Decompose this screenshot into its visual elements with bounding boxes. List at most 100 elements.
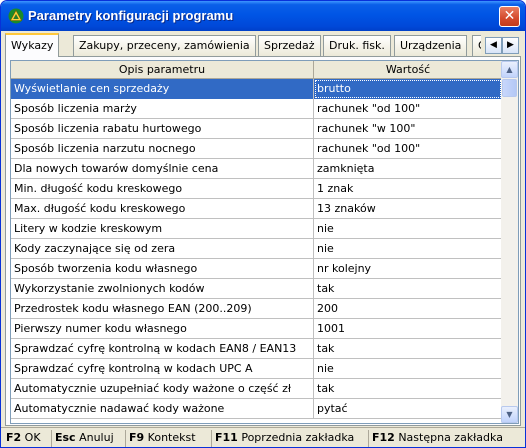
title-bar[interactable]: Parametry konfiguracji programu ✕ bbox=[1, 1, 525, 31]
parameter-description-cell[interactable]: Dla nowych towarów domyślnie cena bbox=[11, 159, 314, 179]
tab-label: O bbox=[478, 39, 481, 52]
parameter-value-cell[interactable]: rachunek "w 100" bbox=[314, 119, 502, 139]
table-row[interactable]: Min. długość kodu kreskowego 1 znak bbox=[11, 179, 502, 199]
parameter-value-cell[interactable]: pytać bbox=[314, 399, 502, 419]
parameter-description-cell[interactable]: Wyświetlanie cen sprzedaży bbox=[11, 79, 314, 99]
arrow-up-icon: ▲ bbox=[506, 65, 513, 74]
tab-strip: Wykazy Zakupy, przeceny, zamówienia Sprz… bbox=[5, 33, 521, 57]
tab-scroll-left-button[interactable]: ◀ bbox=[485, 37, 502, 54]
table-row[interactable]: Max. długość kodu kreskowego 13 znaków bbox=[11, 199, 502, 219]
table-row[interactable]: Sprawdzać cyfrę kontrolną w kodach EAN8 … bbox=[11, 339, 502, 359]
chevron-left-icon: ◀ bbox=[490, 40, 497, 50]
table-row[interactable]: Wyświetlanie cen sprzedaży brutto bbox=[11, 79, 502, 99]
parameter-description-cell[interactable]: Sprawdzać cyfrę kontrolną w kodach EAN8 … bbox=[11, 339, 314, 359]
parameter-value-cell[interactable]: 200 bbox=[314, 299, 502, 319]
shortcut-key: F11 bbox=[215, 431, 238, 444]
tab-druk-fisk[interactable]: Druk. fisk. bbox=[323, 35, 391, 56]
chevron-right-icon: ▶ bbox=[507, 40, 514, 50]
tab-label: Urządzenia bbox=[400, 39, 462, 52]
column-header-value[interactable]: Wartość bbox=[314, 61, 502, 79]
table-row[interactable]: Wykorzystanie zwolnionych kodów tak bbox=[11, 279, 502, 299]
parameter-description-cell[interactable]: Przedrostek kodu własnego EAN (200..209) bbox=[11, 299, 314, 319]
shortcut-key: Esc bbox=[55, 431, 76, 444]
tab-clip: Wykazy Zakupy, przeceny, zamówienia Sprz… bbox=[5, 33, 481, 57]
tab-wykazy[interactable]: Wykazy bbox=[5, 33, 60, 57]
tab-label: Wykazy bbox=[11, 39, 54, 52]
shortcut-key: F2 bbox=[6, 431, 22, 444]
parameter-value-cell[interactable]: tak bbox=[314, 279, 502, 299]
parameter-description-cell[interactable]: Kody zaczynające się od zera bbox=[11, 239, 314, 259]
table-row[interactable]: Sprawdzać cyfrę kontrolną w kodach UPC A… bbox=[11, 359, 502, 379]
parameter-value-cell[interactable]: 13 znaków bbox=[314, 199, 502, 219]
table-row[interactable]: Automatycznie nadawać kody ważone pytać bbox=[11, 399, 502, 419]
shortcut-label: Następna zakładka bbox=[398, 431, 503, 444]
table-row[interactable]: Pierwszy numer kodu własnego 1001 bbox=[11, 319, 502, 339]
tab-scroll-right-button[interactable]: ▶ bbox=[502, 37, 519, 54]
table-row[interactable]: Litery w kodzie kreskowym nie bbox=[11, 219, 502, 239]
tab-overflow[interactable]: O bbox=[472, 35, 481, 56]
column-header-description[interactable]: Opis parametru bbox=[11, 61, 314, 79]
f2-ok-button[interactable]: F2 OK bbox=[3, 430, 52, 447]
parameter-description-cell[interactable]: Automatycznie uzupełniać kody ważone o c… bbox=[11, 379, 314, 399]
shortcut-label: Poprzednia zakładka bbox=[241, 431, 355, 444]
parameter-value-cell[interactable]: 1 znak bbox=[314, 179, 502, 199]
parameter-description-cell[interactable]: Sposób liczenia rabatu hurtowego bbox=[11, 119, 314, 139]
close-icon: ✕ bbox=[503, 8, 516, 24]
parameter-value-cell[interactable]: brutto bbox=[314, 79, 502, 99]
parameter-description-cell[interactable]: Automatycznie nadawać kody ważone bbox=[11, 399, 314, 419]
scroll-down-button[interactable]: ▼ bbox=[501, 406, 518, 423]
parameter-description-cell[interactable]: Sposób liczenia marży bbox=[11, 99, 314, 119]
window-title: Parametry konfiguracji programu bbox=[28, 8, 234, 23]
parameter-value-cell[interactable]: tak bbox=[314, 379, 502, 399]
table-row[interactable]: Kody zaczynające się od zera nie bbox=[11, 239, 502, 259]
table-row[interactable]: Sposób liczenia marży rachunek "od 100" bbox=[11, 99, 502, 119]
arrow-down-icon: ▼ bbox=[506, 410, 513, 419]
tab-label: Sprzedaż bbox=[264, 39, 315, 52]
parameter-value-cell[interactable]: tak bbox=[314, 339, 502, 359]
parameter-value-cell[interactable]: rachunek "od 100" bbox=[314, 139, 502, 159]
esc-cancel-button[interactable]: Esc Anuluj bbox=[52, 430, 126, 447]
table-row[interactable]: Przedrostek kodu własnego EAN (200..209)… bbox=[11, 299, 502, 319]
tab-label: Druk. fisk. bbox=[329, 39, 385, 52]
table-row[interactable]: Sposób liczenia rabatu hurtowego rachunek… bbox=[11, 119, 502, 139]
scroll-up-button[interactable]: ▲ bbox=[501, 61, 518, 78]
shortcut-label: Anuluj bbox=[79, 431, 114, 444]
parameter-value-cell[interactable]: nie bbox=[314, 239, 502, 259]
config-window: Parametry konfiguracji programu ✕ Wykazy… bbox=[0, 0, 526, 448]
parameter-value-cell[interactable]: zamknięta bbox=[314, 159, 502, 179]
f12-next-tab-button[interactable]: F12 Następna zakładka bbox=[369, 430, 525, 447]
parameter-value-cell[interactable]: rachunek "od 100" bbox=[314, 99, 502, 119]
parameter-value-cell[interactable]: nie bbox=[314, 359, 502, 379]
parameter-description-cell[interactable]: Sposób liczenia narzutu nocnego bbox=[11, 139, 314, 159]
scroll-thumb[interactable] bbox=[502, 79, 517, 97]
grid-header: Opis parametru Wartość bbox=[11, 61, 502, 79]
table-row[interactable]: Automatycznie uzupełniać kody ważone o c… bbox=[11, 379, 502, 399]
f9-context-button[interactable]: F9 Kontekst bbox=[126, 430, 212, 447]
parameter-description-cell[interactable]: Sposób tworzenia kodu własnego bbox=[11, 259, 314, 279]
tab-sprzedaz[interactable]: Sprzedaż bbox=[258, 35, 321, 56]
shortcut-key: F12 bbox=[372, 431, 395, 444]
table-row[interactable]: Dla nowych towarów domyślnie cena zamknię… bbox=[11, 159, 502, 179]
vertical-scrollbar[interactable]: ▲ ▼ bbox=[501, 61, 518, 423]
parameters-grid: Opis parametru Wartość Wyświetlanie cen … bbox=[10, 60, 519, 424]
shortcut-label: Kontekst bbox=[147, 431, 196, 444]
tab-zakupy[interactable]: Zakupy, przeceny, zamówienia bbox=[73, 35, 256, 56]
table-row[interactable]: Sposób liczenia narzutu nocnego rachunek … bbox=[11, 139, 502, 159]
parameter-value-cell[interactable]: nr kolejny bbox=[314, 259, 502, 279]
parameter-description-cell[interactable]: Min. długość kodu kreskowego bbox=[11, 179, 314, 199]
parameter-description-cell[interactable]: Wykorzystanie zwolnionych kodów bbox=[11, 279, 314, 299]
tab-label: Zakupy, przeceny, zamówienia bbox=[79, 39, 250, 52]
parameter-value-cell[interactable]: 1001 bbox=[314, 319, 502, 339]
close-button[interactable]: ✕ bbox=[499, 6, 520, 27]
parameter-description-cell[interactable]: Pierwszy numer kodu własnego bbox=[11, 319, 314, 339]
tab-urzadzenia[interactable]: Urządzenia bbox=[394, 35, 468, 56]
shortcut-key: F9 bbox=[129, 431, 145, 444]
f11-prev-tab-button[interactable]: F11 Poprzednia zakładka bbox=[212, 430, 369, 447]
shortcut-label: OK bbox=[24, 431, 41, 444]
parameter-description-cell[interactable]: Sprawdzać cyfrę kontrolną w kodach UPC A bbox=[11, 359, 314, 379]
parameter-description-cell[interactable]: Litery w kodzie kreskowym bbox=[11, 219, 314, 239]
tab-panel: Opis parametru Wartość Wyświetlanie cen … bbox=[5, 56, 521, 426]
parameter-value-cell[interactable]: nie bbox=[314, 219, 502, 239]
parameter-description-cell[interactable]: Max. długość kodu kreskowego bbox=[11, 199, 314, 219]
table-row[interactable]: Sposób tworzenia kodu własnego nr kolejny bbox=[11, 259, 502, 279]
